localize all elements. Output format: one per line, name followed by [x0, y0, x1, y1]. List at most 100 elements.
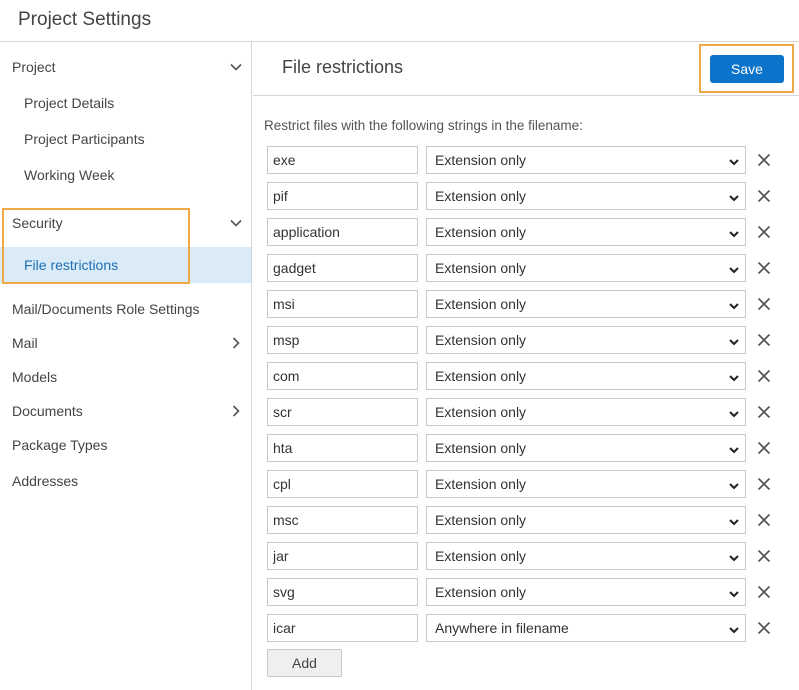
page-title: Project Settings [18, 9, 152, 30]
filename-string-input[interactable] [267, 398, 418, 426]
match-mode-select[interactable]: Extension only [426, 362, 746, 390]
sidebar-item[interactable]: Project Participants [0, 121, 251, 157]
close-icon[interactable] [756, 296, 772, 312]
sidebar-item-label: Documents [12, 403, 83, 419]
restriction-row: Extension only [267, 254, 787, 282]
sidebar-item[interactable]: File restrictions [0, 247, 251, 283]
match-mode-select[interactable]: Extension only [426, 542, 746, 570]
filename-string-input[interactable] [267, 362, 418, 390]
close-icon[interactable] [756, 260, 772, 276]
close-icon[interactable] [756, 224, 772, 240]
chevron-down-icon[interactable] [229, 60, 243, 74]
match-mode-select[interactable]: Extension only [426, 146, 746, 174]
close-icon[interactable] [756, 332, 772, 348]
filename-string-input[interactable] [267, 434, 418, 462]
close-icon[interactable] [756, 368, 772, 384]
filename-string-input[interactable] [267, 542, 418, 570]
chevron-right-icon[interactable] [229, 404, 243, 418]
restriction-row: Anywhere in filename [267, 614, 787, 642]
save-button[interactable]: Save [710, 55, 784, 83]
filename-string-input[interactable] [267, 506, 418, 534]
close-icon[interactable] [756, 404, 772, 420]
close-icon[interactable] [756, 620, 772, 636]
filename-string-input[interactable] [267, 326, 418, 354]
restriction-row: Extension only [267, 542, 787, 570]
restriction-row: Extension only [267, 434, 787, 462]
close-icon[interactable] [756, 476, 772, 492]
restriction-row: Extension only [267, 182, 787, 210]
close-icon[interactable] [756, 512, 772, 528]
main-content: File restrictions Save Restrict files wi… [253, 42, 799, 690]
match-mode-value: Extension only [435, 404, 527, 420]
match-mode-value: Extension only [435, 476, 527, 492]
match-mode-select[interactable]: Extension only [426, 506, 746, 534]
caret-down-icon [728, 623, 740, 639]
sidebar-item-label: Project Details [24, 95, 115, 111]
caret-down-icon [728, 443, 740, 459]
filename-string-input[interactable] [267, 614, 418, 642]
sidebar-item-label: Working Week [24, 167, 115, 183]
match-mode-value: Extension only [435, 332, 527, 348]
match-mode-select[interactable]: Extension only [426, 290, 746, 318]
match-mode-value: Extension only [435, 296, 527, 312]
sidebar-item[interactable]: Mail [0, 325, 251, 361]
chevron-down-icon[interactable] [229, 216, 243, 230]
close-icon[interactable] [756, 152, 772, 168]
match-mode-select[interactable]: Extension only [426, 578, 746, 606]
sidebar-item-label: Security [12, 215, 63, 231]
sidebar-item[interactable]: Project [0, 49, 251, 85]
caret-down-icon [728, 191, 740, 207]
restriction-row: Extension only [267, 326, 787, 354]
sidebar-item-label: Package Types [12, 437, 108, 453]
match-mode-select[interactable]: Extension only [426, 182, 746, 210]
filename-string-input[interactable] [267, 254, 418, 282]
sidebar-item-label: Models [12, 369, 58, 385]
match-mode-value: Extension only [435, 260, 527, 276]
filename-string-input[interactable] [267, 470, 418, 498]
sidebar-item-label: Mail [12, 335, 38, 351]
close-icon[interactable] [756, 548, 772, 564]
match-mode-select[interactable]: Extension only [426, 326, 746, 354]
restriction-row: Extension only [267, 146, 787, 174]
match-mode-select[interactable]: Extension only [426, 398, 746, 426]
filename-string-input[interactable] [267, 290, 418, 318]
caret-down-icon [728, 515, 740, 531]
match-mode-select[interactable]: Extension only [426, 254, 746, 282]
filename-string-input[interactable] [267, 578, 418, 606]
match-mode-value: Extension only [435, 548, 527, 564]
match-mode-value: Extension only [435, 368, 527, 384]
filename-string-input[interactable] [267, 146, 418, 174]
caret-down-icon [728, 227, 740, 243]
restriction-row: Extension only [267, 290, 787, 318]
match-mode-select[interactable]: Anywhere in filename [426, 614, 746, 642]
sidebar-item[interactable]: Mail/Documents Role Settings [0, 291, 251, 327]
restriction-row: Extension only [267, 506, 787, 534]
sidebar-item[interactable]: Models [0, 359, 251, 395]
sidebar-item[interactable]: Project Details [0, 85, 251, 121]
sidebar-item[interactable]: Addresses [0, 463, 251, 499]
close-icon[interactable] [756, 584, 772, 600]
add-button[interactable]: Add [267, 649, 342, 677]
close-icon[interactable] [756, 188, 772, 204]
chevron-right-icon[interactable] [229, 336, 243, 350]
sidebar-item-label: Mail/Documents Role Settings [12, 301, 200, 317]
close-icon[interactable] [756, 440, 772, 456]
restriction-row: Extension only [267, 362, 787, 390]
match-mode-select[interactable]: Extension only [426, 434, 746, 462]
caret-down-icon [728, 155, 740, 171]
restriction-row: Extension only [267, 218, 787, 246]
sidebar-item[interactable]: Package Types [0, 427, 251, 463]
sidebar-item[interactable]: Security [0, 205, 251, 241]
match-mode-value: Anywhere in filename [435, 620, 569, 636]
filename-string-input[interactable] [267, 182, 418, 210]
match-mode-value: Extension only [435, 512, 527, 528]
filename-string-input[interactable] [267, 218, 418, 246]
match-mode-value: Extension only [435, 152, 527, 168]
match-mode-value: Extension only [435, 584, 527, 600]
sidebar-item[interactable]: Documents [0, 393, 251, 429]
caret-down-icon [728, 479, 740, 495]
sidebar-item[interactable]: Working Week [0, 157, 251, 193]
match-mode-select[interactable]: Extension only [426, 218, 746, 246]
match-mode-select[interactable]: Extension only [426, 470, 746, 498]
restriction-row: Extension only [267, 398, 787, 426]
